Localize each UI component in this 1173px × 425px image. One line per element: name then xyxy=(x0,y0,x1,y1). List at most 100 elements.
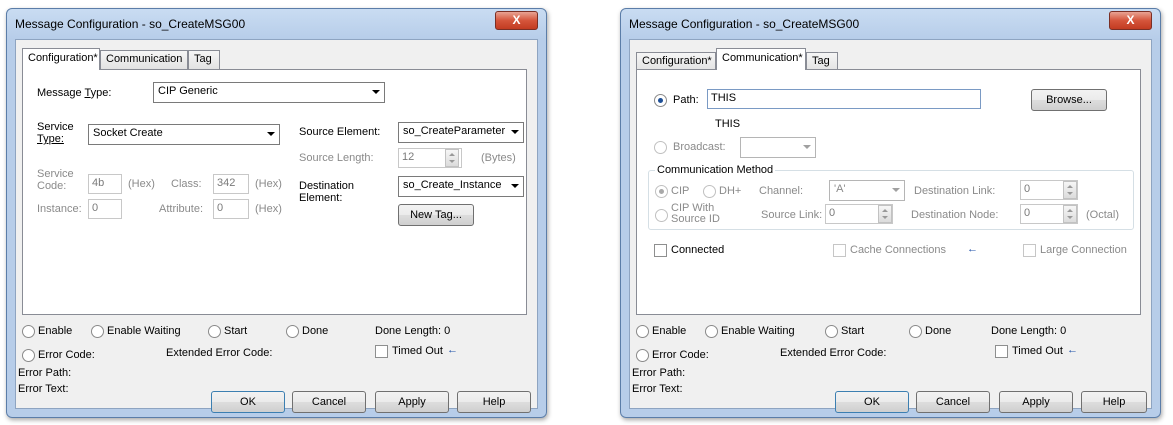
instance-field[interactable]: 0 xyxy=(88,199,122,219)
instance-label: Instance: xyxy=(37,203,82,215)
title-bar: Message Configuration - so_CreateMSG00 X xyxy=(621,9,1160,39)
class-field[interactable]: 342 xyxy=(213,174,249,194)
start-indicator xyxy=(208,325,221,338)
cip-with-source-id-radio[interactable] xyxy=(655,209,668,222)
start-indicator xyxy=(825,325,838,338)
source-element-label: Source Element: xyxy=(299,126,381,138)
done-indicator xyxy=(909,325,922,338)
source-length-spinner[interactable] xyxy=(445,149,459,167)
service-code-hex-label: (Hex) xyxy=(128,178,155,190)
apply-button[interactable]: Apply xyxy=(375,391,449,413)
broadcast-select[interactable] xyxy=(740,137,816,158)
cache-connections-checkbox[interactable] xyxy=(833,244,846,257)
dialog-title: Message Configuration - so_CreateMSG00 xyxy=(15,17,246,31)
path-resolved-text: THIS xyxy=(715,118,741,130)
octal-label: (Octal) xyxy=(1086,209,1119,221)
message-type-label: Message Type: xyxy=(37,87,112,99)
error-path-label: Error Path: xyxy=(632,367,686,379)
message-type-value: CIP Generic xyxy=(158,85,218,97)
close-button[interactable]: X xyxy=(495,11,538,30)
service-code-field[interactable]: 4b xyxy=(88,174,122,194)
close-button[interactable]: X xyxy=(1109,11,1152,30)
start-label: Start xyxy=(224,325,248,337)
broadcast-radio[interactable] xyxy=(654,141,667,154)
path-input[interactable]: THIS xyxy=(707,89,981,109)
source-length-label: Source Length: xyxy=(299,152,374,164)
dh-plus-radio[interactable] xyxy=(703,185,716,198)
enable-waiting-indicator xyxy=(705,325,718,338)
cancel-button[interactable]: Cancel xyxy=(916,391,990,413)
done-length: Done Length: 0 xyxy=(991,325,1067,337)
apply-button[interactable]: Apply xyxy=(999,391,1073,413)
class-hex-label: (Hex) xyxy=(255,178,282,190)
cip-radio[interactable] xyxy=(655,185,668,198)
path-label: Path: xyxy=(673,94,699,106)
help-button[interactable]: Help xyxy=(1081,391,1147,413)
cip-label: CIP xyxy=(671,185,690,197)
attribute-label: Attribute: xyxy=(159,203,204,215)
large-connection-checkbox[interactable] xyxy=(1023,244,1036,257)
connected-checkbox[interactable] xyxy=(654,244,667,257)
tab-communication[interactable]: Communication xyxy=(100,50,188,69)
error-text-label: Error Text: xyxy=(632,383,683,395)
browse-button[interactable]: Browse... xyxy=(1031,89,1107,111)
cip-with-source-id-label: CIP With Source ID xyxy=(671,202,720,225)
destination-element-value: so_Create_Instance xyxy=(403,179,502,191)
dialog-client-area: Configuration* Communication Tag Message… xyxy=(15,39,538,413)
destination-node-spinner[interactable] xyxy=(1063,205,1077,223)
title-bar: Message Configuration - so_CreateMSG00 X xyxy=(7,9,546,39)
tab-communication[interactable]: Communication* xyxy=(716,48,806,70)
timed-out-label: Timed Out xyxy=(1012,345,1063,357)
destination-link-spinner[interactable] xyxy=(1063,181,1077,199)
error-code-label: Error Code: xyxy=(38,349,95,361)
service-type-select[interactable]: Socket Create xyxy=(88,124,280,145)
attribute-field[interactable]: 0 xyxy=(213,199,249,219)
timed-out-label: Timed Out xyxy=(392,345,443,357)
tab-configuration[interactable]: Configuration* xyxy=(22,48,100,70)
chevron-down-icon xyxy=(803,145,811,149)
attribute-hex-label: (Hex) xyxy=(255,203,282,215)
error-path-label: Error Path: xyxy=(18,367,72,379)
timed-out-checkbox[interactable] xyxy=(375,345,388,358)
enable-waiting-label: Enable Waiting xyxy=(107,325,181,337)
done-indicator xyxy=(286,325,299,338)
left-arrow-icon: ← xyxy=(447,344,458,356)
destination-node-label: Destination Node: xyxy=(911,209,999,221)
channel-select[interactable]: 'A' xyxy=(829,180,905,201)
destination-link-label: Destination Link: xyxy=(914,185,996,197)
class-label: Class: xyxy=(171,178,202,190)
chevron-down-icon xyxy=(511,130,519,134)
error-code-indicator xyxy=(22,349,35,362)
dh-plus-label: DH+ xyxy=(719,185,742,197)
new-tag-button[interactable]: New Tag... xyxy=(398,204,474,226)
chevron-down-icon xyxy=(892,188,900,192)
done-length: Done Length: 0 xyxy=(375,325,451,337)
communication-panel: Path: THIS Browse... THIS Broadcast: Com… xyxy=(636,69,1141,315)
message-type-select[interactable]: CIP Generic xyxy=(153,82,385,103)
enable-indicator xyxy=(22,325,35,338)
path-radio[interactable] xyxy=(654,94,667,107)
tab-tag[interactable]: Tag xyxy=(188,50,220,69)
source-element-select[interactable]: so_CreateParameter xyxy=(398,122,524,143)
dialog-title: Message Configuration - so_CreateMSG00 xyxy=(629,17,860,31)
bytes-label: (Bytes) xyxy=(481,152,516,164)
cancel-button[interactable]: Cancel xyxy=(292,391,366,413)
service-type-value: Socket Create xyxy=(93,127,163,139)
timed-out-checkbox[interactable] xyxy=(995,345,1008,358)
enable-indicator xyxy=(636,325,649,338)
start-label: Start xyxy=(841,325,865,337)
communication-method-title: Communication Method xyxy=(655,164,776,176)
source-link-spinner[interactable] xyxy=(878,205,892,223)
large-connection-label: Large Connection xyxy=(1040,244,1127,256)
cache-connections-label: Cache Connections xyxy=(850,244,947,256)
chevron-down-icon xyxy=(511,184,519,188)
source-link-label: Source Link: xyxy=(761,209,823,221)
ok-button[interactable]: OK xyxy=(835,391,909,413)
ok-button[interactable]: OK xyxy=(211,391,285,413)
enable-label: Enable xyxy=(38,325,73,337)
destination-element-select[interactable]: so_Create_Instance xyxy=(398,176,524,197)
enable-waiting-indicator xyxy=(91,325,104,338)
channel-value: 'A' xyxy=(834,183,846,195)
left-arrow-icon: ← xyxy=(967,243,978,255)
help-button[interactable]: Help xyxy=(457,391,531,413)
